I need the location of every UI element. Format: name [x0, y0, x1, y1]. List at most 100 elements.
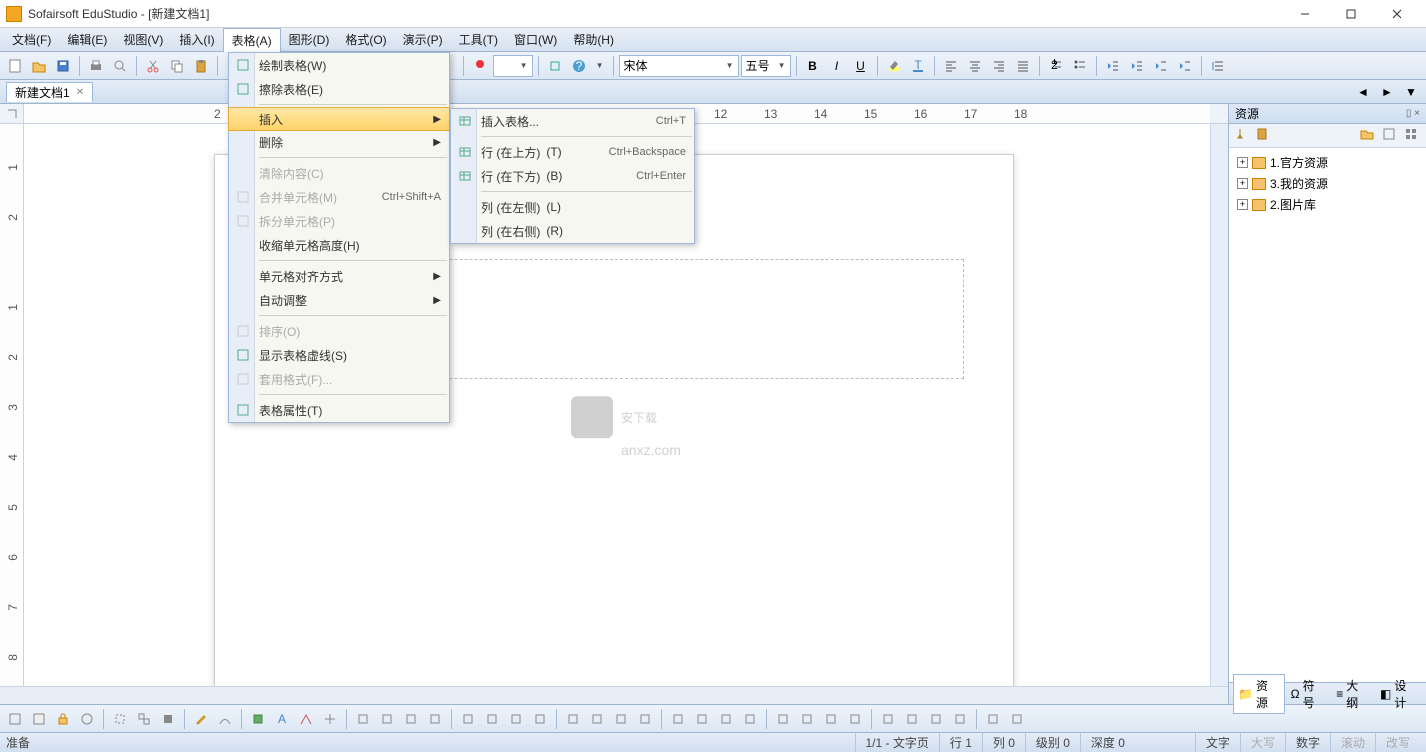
bt-icon[interactable] [529, 708, 551, 730]
help-button[interactable]: ? [568, 55, 590, 77]
menu-item[interactable]: 自动调整▶ [229, 288, 449, 312]
bt-icon[interactable] [109, 708, 131, 730]
submenu-item[interactable]: 列 (在右侧) (R) [451, 219, 694, 243]
add-icon[interactable] [1382, 127, 1400, 145]
underline-button[interactable]: U [850, 55, 872, 77]
tree-item[interactable]: +2.图片库 [1233, 194, 1422, 215]
side-tab-design[interactable]: ◧设计 [1376, 675, 1422, 713]
tool-button[interactable] [544, 55, 566, 77]
indent2-button[interactable] [1174, 55, 1196, 77]
highlight-button[interactable] [883, 55, 905, 77]
menu-item[interactable]: 合并单元格(M)Ctrl+Shift+A [229, 185, 449, 209]
menu-item[interactable]: 排序(O) [229, 319, 449, 343]
list-number-button[interactable]: 12 [1045, 55, 1067, 77]
outdent-button[interactable] [1102, 55, 1124, 77]
lock-icon[interactable] [52, 708, 74, 730]
bt-icon[interactable] [925, 708, 947, 730]
bt-icon[interactable] [667, 708, 689, 730]
tab-menu-button[interactable]: ▼ [1400, 81, 1422, 103]
fontcolor-button[interactable] [469, 55, 491, 77]
linespace-button[interactable] [1207, 55, 1229, 77]
bt-icon[interactable] [796, 708, 818, 730]
new-button[interactable] [4, 55, 26, 77]
side-tab-outline[interactable]: ≡大纲 [1332, 675, 1374, 713]
align-justify-button[interactable] [1012, 55, 1034, 77]
font-name-dropdown[interactable]: 宋体▼ [619, 55, 739, 77]
minimize-button[interactable] [1282, 0, 1328, 28]
menu-help[interactable]: 帮助(H) [565, 28, 622, 51]
menu-item[interactable]: 单元格对齐方式▶ [229, 264, 449, 288]
print-button[interactable] [85, 55, 107, 77]
bt-icon[interactable] [295, 708, 317, 730]
italic-button[interactable]: I [826, 55, 848, 77]
menu-window[interactable]: 窗口(W) [506, 28, 565, 51]
bt-icon[interactable] [949, 708, 971, 730]
indent-button[interactable] [1126, 55, 1148, 77]
menu-insert[interactable]: 插入(I) [171, 28, 222, 51]
bt-icon[interactable] [352, 708, 374, 730]
menu-present[interactable]: 演示(P) [395, 28, 451, 51]
menu-format[interactable]: 格式(O) [337, 28, 394, 51]
menu-item[interactable]: 清除内容(C) [229, 161, 449, 185]
menu-file[interactable]: 文档(F) [4, 28, 59, 51]
pencil-icon[interactable] [190, 708, 212, 730]
bt-icon[interactable] [772, 708, 794, 730]
bt-icon[interactable] [214, 708, 236, 730]
menu-item[interactable]: 擦除表格(E) [229, 77, 449, 101]
bt-icon[interactable] [739, 708, 761, 730]
side-tab-symbol[interactable]: Ω符号 [1287, 675, 1331, 713]
grid-icon[interactable] [1404, 127, 1422, 145]
panel-pin-close[interactable]: ▯ × [1406, 108, 1420, 119]
bt-icon[interactable] [877, 708, 899, 730]
style-dropdown[interactable]: ▼ [493, 55, 533, 77]
menu-item[interactable]: 收缩单元格高度(H) [229, 233, 449, 257]
save-button[interactable] [52, 55, 74, 77]
pin-icon[interactable] [1233, 127, 1251, 145]
close-tab-icon[interactable]: ✕ [76, 87, 84, 98]
paste-button[interactable] [190, 55, 212, 77]
bt-icon[interactable] [157, 708, 179, 730]
submenu-item[interactable]: 行 (在下方) (B)Ctrl+Enter [451, 164, 694, 188]
font-size-dropdown[interactable]: 五号▼ [741, 55, 791, 77]
submenu-item[interactable]: 行 (在上方) (T)Ctrl+Backspace [451, 140, 694, 164]
bt-icon[interactable] [982, 708, 1004, 730]
bt-icon[interactable] [319, 708, 341, 730]
bt-icon[interactable] [586, 708, 608, 730]
copy-button[interactable] [166, 55, 188, 77]
menu-item[interactable]: 插入▶ [228, 107, 450, 131]
folder-icon[interactable] [1360, 127, 1378, 145]
submenu-item[interactable]: 插入表格...Ctrl+T [451, 109, 694, 133]
paste-res-icon[interactable] [1255, 127, 1273, 145]
puzzle-icon[interactable] [247, 708, 269, 730]
open-button[interactable] [28, 55, 50, 77]
text-icon[interactable]: A [271, 708, 293, 730]
menu-item[interactable]: 显示表格虚线(S) [229, 343, 449, 367]
bt-icon[interactable] [610, 708, 632, 730]
menu-item[interactable]: 删除▶ [229, 130, 449, 154]
menu-edit[interactable]: 编辑(E) [59, 28, 115, 51]
outdent2-button[interactable] [1150, 55, 1172, 77]
tree-item[interactable]: +1.官方资源 [1233, 152, 1422, 173]
maximize-button[interactable] [1328, 0, 1374, 28]
horizontal-scrollbar[interactable] [0, 686, 1228, 704]
align-left-button[interactable] [940, 55, 962, 77]
menu-item[interactable]: 拆分单元格(P) [229, 209, 449, 233]
tree-item[interactable]: +3.我的资源 [1233, 173, 1422, 194]
bt-icon[interactable] [691, 708, 713, 730]
vertical-scrollbar[interactable] [1210, 124, 1228, 686]
bt-icon[interactable] [133, 708, 155, 730]
side-tab-resource[interactable]: 📁资源 [1233, 674, 1285, 714]
bt-icon[interactable] [400, 708, 422, 730]
bold-button[interactable]: B [802, 55, 824, 77]
bt-icon[interactable] [901, 708, 923, 730]
bt-icon[interactable] [481, 708, 503, 730]
menu-tools[interactable]: 工具(T) [451, 28, 506, 51]
list-bullet-button[interactable] [1069, 55, 1091, 77]
menu-shape[interactable]: 图形(D) [281, 28, 338, 51]
menu-table[interactable]: 表格(A) [223, 28, 281, 52]
bt-icon[interactable] [457, 708, 479, 730]
bt-icon[interactable] [505, 708, 527, 730]
bt-icon[interactable] [424, 708, 446, 730]
document-tab[interactable]: 新建文档1 ✕ [6, 82, 93, 102]
menu-view[interactable]: 视图(V) [115, 28, 171, 51]
